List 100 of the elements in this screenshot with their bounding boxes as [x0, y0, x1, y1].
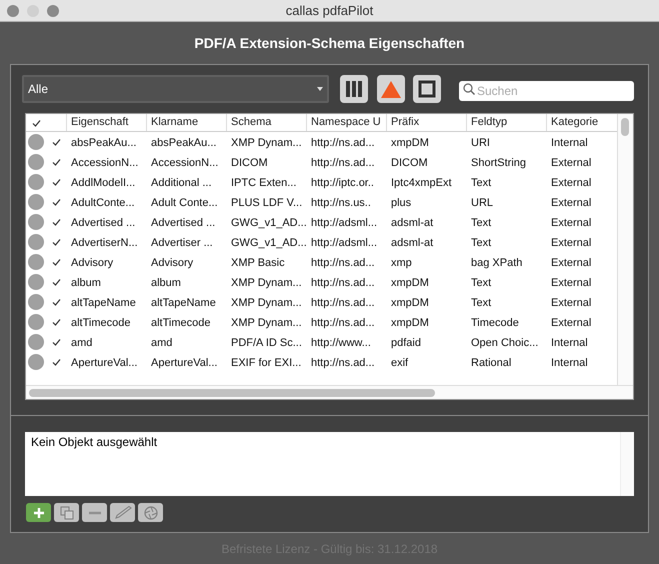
checkmark-icon[interactable]	[52, 178, 61, 186]
table-cell: absPeakAu...	[151, 137, 216, 149]
filter-dropdown[interactable]: Alle	[22, 75, 329, 103]
plus-icon	[32, 506, 44, 518]
window-title: callas pdfaPilot	[286, 2, 374, 20]
filter-value: Alle	[28, 81, 48, 98]
table-cell: AdultConte...	[71, 197, 135, 209]
table-cell: AdvertiserN...	[71, 237, 138, 249]
table-cell: Advisory	[71, 257, 114, 269]
table-cell: Text	[471, 217, 492, 229]
table-cell: Additional ...	[151, 177, 212, 189]
table-cell: http://adsml...	[311, 237, 378, 249]
column-header[interactable]: Feldtyp	[466, 114, 546, 131]
dialog-heading: PDF/A Extension-Schema Eigenschaften	[194, 34, 465, 53]
table-cell: http://ns.ad...	[311, 257, 375, 269]
checkmark-icon[interactable]	[52, 238, 61, 246]
table-cell: http://ns.ad...	[311, 297, 375, 309]
table-cell: http://iptc.or..	[311, 177, 374, 189]
column-header[interactable]: Klarname	[146, 114, 226, 131]
table-cell: album	[71, 277, 101, 289]
column-header[interactable]: Schema	[226, 114, 306, 131]
checkmark-icon[interactable]	[52, 158, 61, 166]
table-cell: xmpDM	[391, 277, 429, 289]
search-icon	[463, 83, 475, 95]
table-cell: Internal	[551, 137, 588, 149]
vertical-scrollbar[interactable]	[617, 114, 633, 385]
checkmark-icon[interactable]	[52, 338, 61, 346]
close-button[interactable]	[7, 4, 19, 16]
caret-icon	[317, 87, 323, 91]
table-cell: External	[551, 257, 592, 269]
aperture-icon	[144, 506, 158, 520]
table-cell: Internal	[551, 337, 588, 349]
columns-icon	[345, 80, 363, 98]
table-cell: ApertureVal...	[71, 357, 138, 369]
table-cell: XMP Dynam...	[231, 297, 302, 309]
table-cell: AccessionN...	[71, 157, 138, 169]
table-cell: Iptc4xmpExt	[391, 177, 452, 189]
table-cell: Text	[471, 277, 492, 289]
table-cell: DICOM	[391, 157, 428, 169]
table-cell: http://ns.us..	[311, 197, 371, 209]
checkmark-icon[interactable]	[52, 278, 61, 286]
table-cell: PDF/A ID Sc...	[231, 337, 302, 349]
table-cell: External	[551, 297, 592, 309]
duplicate-icon	[60, 506, 74, 520]
table-cell: GWG_v1_AD...	[231, 237, 307, 249]
checkmark-icon[interactable]	[52, 298, 61, 306]
zoom-button[interactable]	[47, 4, 59, 16]
column-header[interactable]: Präfix	[386, 114, 466, 131]
columns-button[interactable]	[340, 75, 368, 103]
table-cell: URL	[471, 197, 494, 209]
add-button[interactable]	[26, 503, 51, 522]
table-cell: http://ns.ad...	[311, 277, 375, 289]
column-header[interactable]: Namespace U	[306, 114, 386, 131]
table-cell: XMP Dynam...	[231, 277, 302, 289]
table-cell: altTimecode	[71, 317, 131, 329]
table-cell: http://ns.ad...	[311, 317, 375, 329]
checkmark-icon[interactable]	[52, 218, 61, 226]
table-cell: adsml-at	[391, 217, 434, 229]
table-cell: Advertised ...	[151, 217, 216, 229]
table-cell: adsml-at	[391, 237, 434, 249]
table-cell: PLUS LDF V...	[231, 197, 302, 209]
table-cell: album	[151, 277, 181, 289]
pencil-icon	[114, 506, 132, 520]
table-cell: ApertureVal...	[151, 357, 218, 369]
table-cell: Open Choic...	[471, 337, 538, 349]
horizontal-scrollbar[interactable]	[26, 385, 633, 399]
checkmark-icon[interactable]	[52, 258, 61, 266]
table-cell: External	[551, 157, 592, 169]
table-cell: plus	[391, 197, 412, 209]
table-cell: Adult Conte...	[151, 197, 218, 209]
table-cell: XMP Basic	[231, 257, 285, 269]
table-cell: http://ns.ad...	[311, 357, 375, 369]
scrollbar-thumb[interactable]	[29, 389, 435, 397]
details-area[interactable]: Kein Objekt ausgewählt	[25, 432, 634, 496]
stop-button[interactable]	[413, 75, 441, 103]
checkmark-icon[interactable]	[52, 138, 61, 146]
table-cell: External	[551, 277, 592, 289]
checkmark-icon[interactable]	[52, 318, 61, 326]
table-cell: Advertiser ...	[151, 237, 213, 249]
table-cell: Timecode	[471, 317, 519, 329]
checkmark-icon[interactable]	[52, 198, 61, 206]
scrollbar-thumb[interactable]	[621, 118, 629, 136]
table-cell: AccessionN...	[151, 157, 218, 169]
table-cell: pdfaid	[391, 337, 421, 349]
search-field[interactable]: Suchen	[459, 81, 634, 101]
column-header[interactable]: Kategorie	[546, 114, 616, 131]
table-cell: ShortString	[471, 157, 526, 169]
table-cell: EXIF for EXI...	[231, 357, 302, 369]
table-cell: http://ns.ad...	[311, 137, 375, 149]
checkmark-icon[interactable]	[52, 358, 61, 366]
triangle-icon	[381, 80, 401, 98]
column-header[interactable]: Eigenschaft	[66, 114, 146, 131]
table-cell: altTapeName	[151, 297, 216, 309]
table-cell: xmpDM	[391, 317, 429, 329]
table-cell: External	[551, 177, 592, 189]
checkmark-icon[interactable]	[32, 118, 41, 126]
table-cell: External	[551, 317, 592, 329]
vertical-scrollbar[interactable]	[620, 432, 634, 496]
table-cell: altTapeName	[71, 297, 136, 309]
minus-icon	[88, 510, 100, 514]
